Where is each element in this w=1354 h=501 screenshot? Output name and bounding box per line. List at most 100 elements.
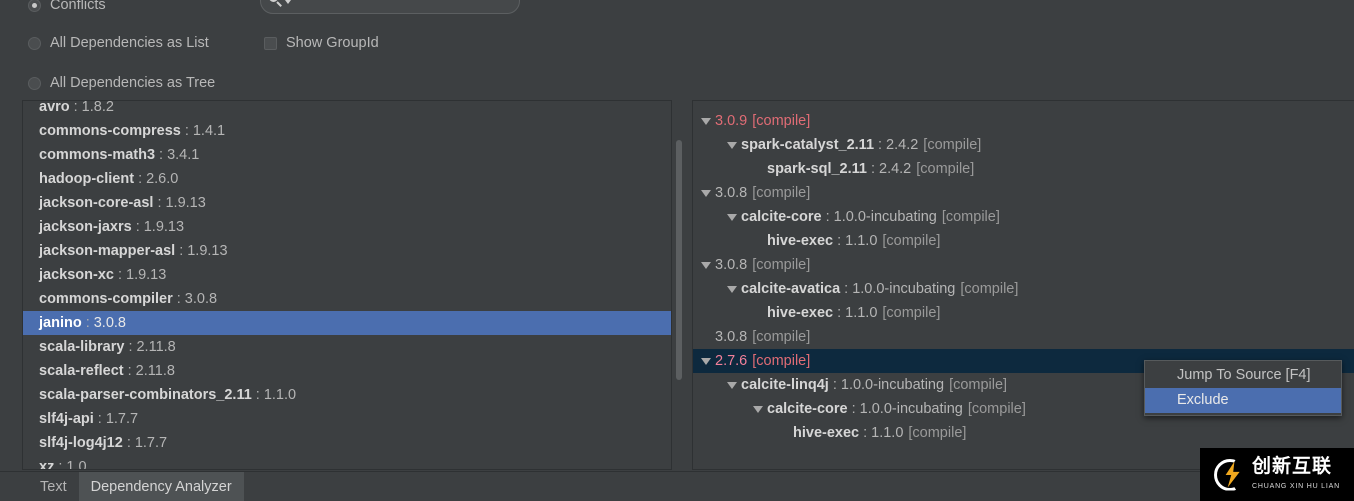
list-item[interactable]: jackson-core-asl:1.9.13: [23, 191, 671, 215]
list-item[interactable]: jackson-jaxrs:1.9.13: [23, 215, 671, 239]
list-item[interactable]: hadoop-client:2.6.0: [23, 167, 671, 191]
tree-row-label: spark-sql_2.11:2.4.2 [compile]: [767, 157, 974, 181]
context-menu-item-jump-to-source[interactable]: Jump To Source [F4]: [1145, 363, 1341, 388]
list-item-version: 1.9.13: [126, 267, 167, 283]
tab-text[interactable]: Text: [28, 472, 79, 501]
tree-row-separator: :: [832, 377, 837, 393]
chevron-down-icon[interactable]: [723, 213, 741, 221]
dependency-analyzer-window: Conflicts All Dependencies as List All D…: [0, 0, 1354, 501]
context-menu-item-exclude[interactable]: Exclude: [1145, 388, 1341, 413]
tree-row-scope: [compile]: [916, 161, 975, 177]
list-item-version: 1.0: [66, 459, 87, 470]
tab-dependency-analyzer[interactable]: Dependency Analyzer: [78, 472, 244, 501]
list-item[interactable]: slf4j-api:1.7.7: [23, 407, 671, 431]
list-item[interactable]: avro:1.8.2: [23, 101, 671, 119]
chevron-down-icon[interactable]: [697, 357, 715, 365]
radio-all-dependencies-as-list-indicator[interactable]: [28, 36, 41, 50]
tree-row-scope: [compile]: [882, 305, 941, 321]
radio-all-dependencies-as-tree[interactable]: All Dependencies as Tree: [28, 72, 215, 94]
list-item-separator: :: [138, 171, 143, 187]
list-item[interactable]: commons-math3:3.4.1: [23, 143, 671, 167]
tree-row-label: 2.7.6 [compile]: [715, 349, 810, 373]
radio-all-dependencies-as-list[interactable]: All Dependencies as List: [28, 32, 209, 54]
tree-row-scope: [compile]: [941, 209, 1000, 225]
list-item[interactable]: janino:3.0.8: [23, 311, 671, 335]
tree-row-version: 1.1.0: [845, 305, 878, 321]
dependency-list: avro:1.8.2 commons-compress:1.4.1 commons-…: [23, 101, 671, 470]
left-panel-scrollbar-thumb[interactable]: [676, 140, 682, 380]
tree-row-artifact: hive-exec: [767, 305, 834, 321]
tree-row[interactable]: 3.0.8 [compile]: [693, 181, 1354, 205]
list-item[interactable]: xz:1.0: [23, 455, 671, 470]
tree-row-scope: [compile]: [967, 401, 1026, 417]
list-item-artifact: jackson-xc: [39, 267, 114, 283]
radio-conflicts-indicator[interactable]: [28, 0, 41, 12]
tree-row[interactable]: hive-exec:1.1.0 [compile]: [693, 421, 1354, 445]
search-input[interactable]: [291, 0, 519, 9]
chevron-down-icon[interactable]: [697, 261, 715, 269]
tree-row[interactable]: 3.0.8 [compile]: [693, 325, 1354, 349]
tree-row-separator: :: [851, 401, 856, 417]
list-item-version: 1.9.13: [143, 219, 185, 235]
tree-row-label: hive-exec:1.1.0 [compile]: [767, 301, 940, 325]
tree-row[interactable]: 3.0.8 [compile]: [693, 253, 1354, 277]
tree-row-artifact: calcite-core: [767, 401, 848, 417]
list-item-version: 3.4.1: [167, 147, 200, 163]
checkbox-show-groupid[interactable]: Show GroupId: [264, 32, 379, 54]
radio-all-dependencies-as-tree-label: All Dependencies as Tree: [50, 75, 216, 91]
list-item-artifact: slf4j-log4j12: [39, 435, 123, 451]
chevron-down-icon[interactable]: [723, 285, 741, 293]
list-item[interactable]: jackson-xc:1.9.13: [23, 263, 671, 287]
tree-row-version: 3.0.8: [715, 329, 748, 345]
list-item-separator: :: [126, 435, 131, 451]
radio-conflicts[interactable]: Conflicts: [28, 0, 106, 16]
tree-row[interactable]: spark-catalyst_2.11:2.4.2 [compile]: [693, 133, 1354, 157]
chevron-down-icon[interactable]: [697, 117, 715, 125]
tree-row[interactable]: calcite-avatica:1.0.0-incubating [compile…: [693, 277, 1354, 301]
list-item-artifact: scala-reflect: [39, 363, 124, 379]
list-item[interactable]: commons-compress:1.4.1: [23, 119, 671, 143]
list-item[interactable]: scala-parser-combinators_2.11:1.1.0: [23, 383, 671, 407]
tree-row-scope: [compile]: [752, 329, 811, 345]
list-item-version: 1.4.1: [192, 123, 226, 139]
left-panel-scrollbar[interactable]: [674, 100, 684, 470]
tree-row[interactable]: hive-exec:1.1.0 [compile]: [693, 301, 1354, 325]
tree-row-label: calcite-avatica:1.0.0-incubating [compile…: [741, 277, 1018, 301]
tree-row-separator: :: [870, 161, 875, 177]
tree-row[interactable]: hive-exec:1.1.0 [compile]: [693, 229, 1354, 253]
list-item[interactable]: slf4j-log4j12:1.7.7: [23, 431, 671, 455]
tree-row-version: 2.4.2: [879, 161, 912, 177]
search-box[interactable]: [260, 0, 520, 14]
tree-row[interactable]: calcite-core:1.0.0-incubating [compile]: [693, 205, 1354, 229]
checkbox-show-groupid-indicator[interactable]: [264, 36, 277, 50]
tree-row-scope: [compile]: [752, 353, 811, 369]
chevron-down-icon[interactable]: [697, 189, 715, 197]
watermark-logo: 创新互联 CHUANG XIN HU LIAN: [1200, 448, 1354, 501]
list-item-artifact: jackson-mapper-asl: [39, 243, 176, 259]
list-item-separator: :: [176, 291, 181, 307]
list-item-artifact: commons-math3: [39, 147, 156, 163]
list-item[interactable]: scala-library:2.11.8: [23, 335, 671, 359]
list-item-version: 2.11.8: [136, 339, 176, 355]
list-item-artifact: xz: [39, 459, 55, 470]
chevron-down-icon[interactable]: [723, 141, 741, 149]
bottom-tab-bar: Text Dependency Analyzer: [0, 471, 1354, 501]
list-item-artifact: janino: [39, 315, 82, 331]
tree-row[interactable]: 3.0.9 [compile]: [693, 109, 1354, 133]
list-item[interactable]: commons-compiler:3.0.8: [23, 287, 671, 311]
list-item[interactable]: jackson-mapper-asl:1.9.13: [23, 239, 671, 263]
chevron-down-icon[interactable]: [723, 381, 741, 389]
context-menu[interactable]: Jump To Source [F4] Exclude: [1144, 360, 1342, 416]
dependency-list-panel[interactable]: avro:1.8.2 commons-compress:1.4.1 commons-…: [22, 100, 672, 470]
tree-row[interactable]: spark-sql_2.11:2.4.2 [compile]: [693, 157, 1354, 181]
tree-row-artifact: calcite-linq4j: [741, 377, 829, 393]
radio-conflicts-label: Conflicts: [50, 0, 106, 13]
list-item[interactable]: scala-reflect:2.11.8: [23, 359, 671, 383]
tree-row-version: 1.1.0: [845, 233, 878, 249]
radio-all-dependencies-as-tree-indicator[interactable]: [28, 76, 41, 90]
chevron-down-icon[interactable]: [749, 405, 767, 413]
list-item-artifact: jackson-core-asl: [39, 195, 154, 211]
list-item-separator: :: [159, 147, 164, 163]
tree-row-version: 3.0.9: [715, 113, 748, 129]
tree-row-version: 2.4.2: [886, 137, 919, 153]
